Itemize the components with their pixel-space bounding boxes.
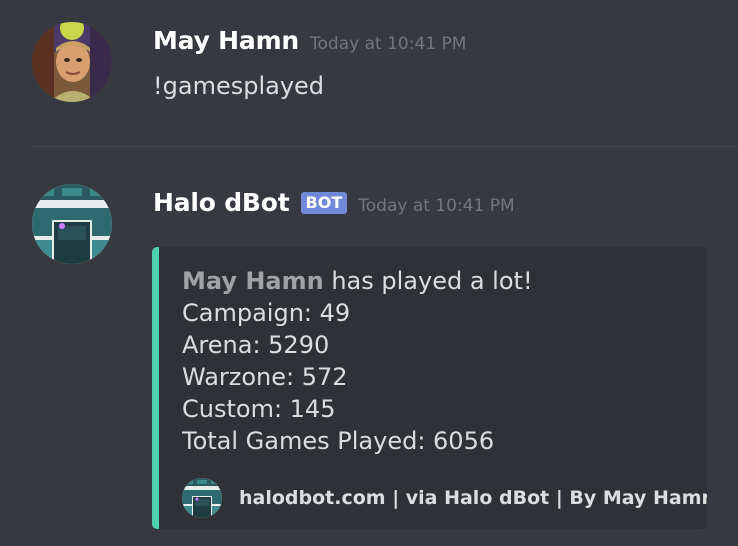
- embed-line-arena: Arena: 5290: [182, 331, 330, 359]
- username[interactable]: Halo dBot: [153, 188, 290, 217]
- embed-footer: halodbot.com | via Halo dBot | By May Ha…: [182, 478, 707, 518]
- timestamp[interactable]: Today at 10:41 PM: [358, 196, 514, 216]
- embed-line-total: Total Games Played: 6056: [182, 427, 495, 455]
- embed-footer-text: halodbot.com | via Halo dBot | By May Ha…: [239, 487, 707, 509]
- embed-player-name: May Hamn: [182, 267, 324, 295]
- embed-line-warzone: Warzone: 572: [182, 363, 348, 391]
- embed-description: May Hamn has played a lot! Campaign: 49 …: [182, 265, 533, 457]
- embed-line-campaign: Campaign: 49: [182, 299, 351, 327]
- bot-avatar[interactable]: [32, 184, 112, 264]
- embed-accent-bar: [152, 247, 159, 529]
- message-bot: Halo dBot BOT Today at 10:41 PM May Hamn…: [0, 148, 738, 546]
- bot-badge: BOT: [300, 192, 348, 214]
- user-avatar[interactable]: [32, 22, 112, 102]
- message-content: !gamesplayed: [153, 72, 325, 100]
- message-divider: [32, 146, 738, 147]
- embed: May Hamn has played a lot! Campaign: 49 …: [152, 247, 707, 529]
- timestamp[interactable]: Today at 10:41 PM: [310, 34, 466, 54]
- message-header: Halo dBot BOT Today at 10:41 PM: [153, 188, 515, 217]
- message-user: May Hamn Today at 10:41 PM !gamesplayed: [0, 0, 738, 146]
- embed-headline-text: has played a lot!: [323, 267, 533, 295]
- bot-avatar-icon: [182, 478, 222, 518]
- message-header: May Hamn Today at 10:41 PM: [153, 26, 466, 55]
- username[interactable]: May Hamn: [153, 26, 299, 55]
- embed-headline: May Hamn has played a lot!: [182, 265, 533, 297]
- embed-line-custom: Custom: 145: [182, 395, 336, 423]
